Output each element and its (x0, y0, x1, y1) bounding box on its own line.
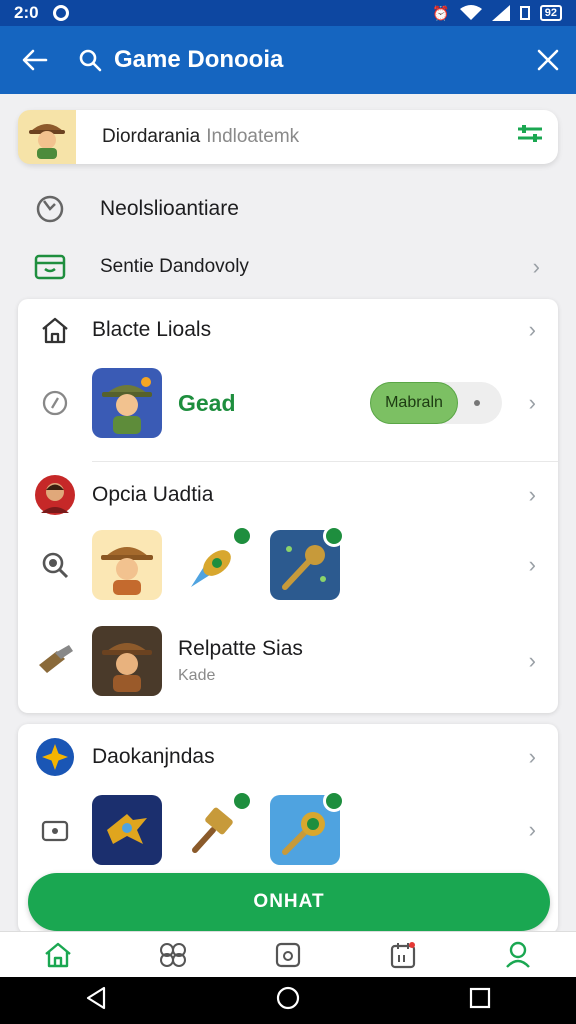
card-row-items[interactable]: › (18, 525, 558, 602)
card-row-blacte[interactable]: Blacte Lioals › (18, 299, 558, 361)
system-nav-bar (0, 977, 576, 1024)
item-thumbnail[interactable] (92, 530, 162, 600)
card-row-label: Opcia Uadtia (92, 483, 214, 506)
alarm-icon: ⏰ (432, 4, 450, 21)
camera-icon (41, 820, 69, 842)
search-input[interactable]: Diordarania Indloatemk (86, 112, 558, 162)
chevron-right-icon: › (528, 482, 536, 507)
card-row-opcia[interactable]: Opcia Uadtia › (18, 462, 558, 528)
toggle-knob (474, 400, 480, 406)
arrow-left-icon (22, 49, 48, 71)
app-bar: Game Donooia (0, 26, 576, 94)
sword-item-icon (107, 814, 147, 844)
status-bar: 2:0 ⏰ 92 (0, 0, 576, 26)
filter-icon (518, 125, 542, 142)
hammer-icon (39, 645, 73, 673)
item-thumbnail[interactable] (270, 790, 345, 865)
badge-icon (231, 525, 253, 547)
mode-toggle[interactable]: Mabraln (370, 382, 502, 424)
primary-action-button[interactable]: ONHAT (28, 873, 550, 931)
item-thumbnail[interactable] (178, 790, 253, 865)
list-item-sentie[interactable]: Sentie Dandovoly › (0, 239, 576, 295)
status-time: 2:0 (14, 3, 39, 22)
game-title: Gead (178, 389, 236, 416)
search-button[interactable] (70, 48, 110, 72)
system-home-button[interactable] (276, 986, 300, 1015)
home-icon (42, 317, 68, 344)
list-item-label: Neolslioantiare (100, 197, 239, 220)
back-button[interactable] (0, 49, 70, 71)
user-avatar[interactable] (18, 110, 76, 164)
explorer-character-icon (101, 547, 153, 595)
card-row-gead[interactable]: Gead Mabraln › (18, 361, 558, 445)
explorer-character-icon (102, 643, 152, 692)
chevron-right-icon: › (528, 317, 536, 342)
page-title: Game Donooia (114, 46, 284, 73)
chevron-right-icon: › (528, 744, 536, 769)
calendar-icon (391, 941, 416, 968)
nav-profile[interactable] (488, 941, 548, 969)
badge-icon (323, 525, 345, 547)
nav-games[interactable] (143, 941, 203, 969)
status-icons: ⏰ 92 (432, 5, 562, 22)
item-thumbnail[interactable] (270, 525, 345, 600)
card-row-relpatte[interactable]: Relpatte Sias Kade › (18, 612, 558, 710)
list-item-label: Sentie Dandovoly (100, 256, 249, 277)
card-row-title: Relpatte Sias (178, 637, 303, 660)
search-placeholder: Indloatemk (206, 126, 300, 147)
wallet-icon (34, 254, 66, 280)
item-thumbnail[interactable] (92, 795, 162, 865)
star-badge-icon (36, 738, 74, 776)
chevron-right-icon: › (528, 817, 536, 842)
system-back-button[interactable] (85, 986, 107, 1015)
triangle-back-icon (86, 986, 105, 1010)
search-item-icon (42, 552, 69, 579)
search-row: Diordarania Indloatemk (18, 110, 558, 164)
signal-icon (491, 5, 510, 21)
close-button[interactable] (520, 49, 576, 71)
avatar-icon (35, 475, 75, 515)
wifi-icon (459, 5, 482, 20)
card-row-text: Relpatte Sias Kade (178, 637, 303, 685)
chevron-right-icon: › (528, 648, 536, 673)
search-query: Diordarania (102, 126, 201, 147)
toggle-label: Mabraln (370, 382, 458, 424)
games-card: Blacte Lioals › Gead Mabraln › Opcia Uad… (18, 299, 558, 713)
card-row-subtitle: Kade (178, 667, 216, 684)
filter-button[interactable] (516, 123, 544, 151)
chevron-right-icon: › (528, 390, 536, 415)
explorer-character-icon (102, 377, 152, 434)
bottom-nav (0, 931, 576, 977)
battery-icon: 92 (539, 5, 562, 21)
sim-icon (519, 6, 530, 20)
nav-calendar[interactable] (373, 941, 433, 969)
card-row-label: Daokanjndas (92, 745, 215, 768)
chevron-right-icon: › (532, 254, 540, 279)
explorer-avatar-icon (29, 124, 65, 159)
chevron-right-icon: › (528, 552, 536, 577)
badge-icon (231, 790, 253, 812)
compass-icon (42, 390, 68, 416)
home-icon (44, 942, 71, 967)
square-recents-icon (470, 987, 491, 1009)
list-item-neolslioantiare[interactable]: Neolslioantiare (0, 181, 576, 237)
card-row-daokanjndas[interactable]: Daokanjndas › (18, 724, 558, 790)
badge-icon (323, 790, 345, 812)
close-icon (537, 49, 559, 71)
game-thumbnail[interactable] (92, 368, 162, 438)
box-icon (275, 942, 301, 967)
card-row-items[interactable]: › (18, 790, 558, 870)
item-thumbnail[interactable] (178, 525, 253, 600)
circle-home-icon (276, 986, 300, 1010)
clock-icon (36, 195, 64, 223)
card-row-label: Blacte Lioals (92, 318, 212, 341)
notification-icon (52, 5, 69, 21)
game-thumbnail[interactable] (92, 626, 162, 696)
nav-home[interactable] (28, 942, 88, 968)
profile-icon (506, 941, 531, 968)
search-icon (79, 49, 102, 72)
system-recents-button[interactable] (469, 987, 491, 1014)
games-icon (159, 942, 186, 967)
nav-box[interactable] (258, 942, 318, 968)
